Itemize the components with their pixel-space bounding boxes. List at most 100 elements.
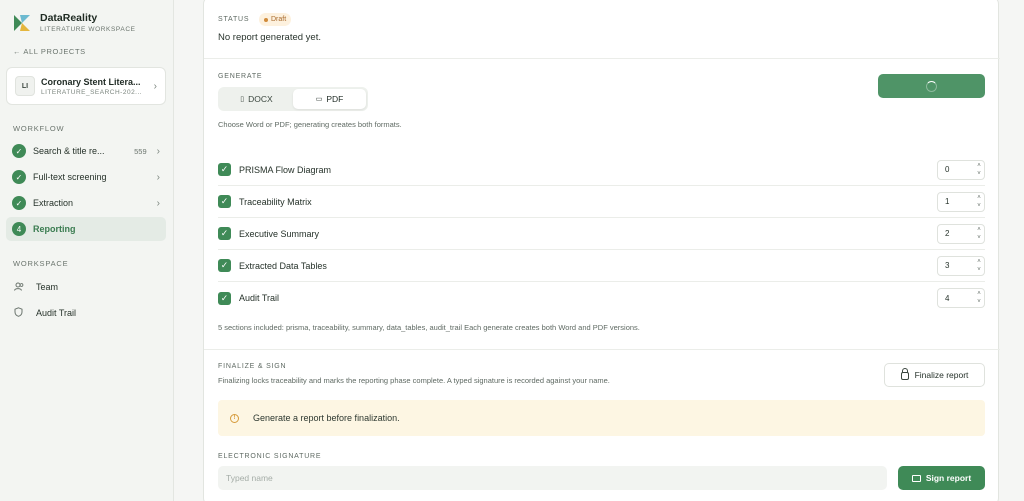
section-checkbox[interactable]: ✓ (218, 291, 231, 305)
team-icon (14, 282, 28, 293)
chevron-right-icon: › (156, 171, 160, 183)
warning-text: Generate a report before finalization. (253, 413, 400, 423)
chevron-down-icon[interactable]: ˅ (977, 234, 981, 242)
section-checkbox[interactable]: ✓ (218, 195, 231, 208)
chevron-up-icon[interactable]: ˄ (977, 226, 981, 234)
chevron-up-icon[interactable]: ˄ (977, 194, 981, 202)
order-value: 4 (945, 293, 950, 303)
nav-item-extraction[interactable]: ✓ Extraction › (6, 191, 166, 215)
signature-icon (911, 474, 921, 482)
finalize-button-label: Finalize report (914, 370, 969, 380)
section-row: ✓ PRISMA Flow Diagram 0 ˄ ˅ (218, 154, 985, 186)
brand[interactable]: DataReality LITERATURE WORKSPACE (12, 12, 136, 33)
order-value: 0 (945, 165, 950, 174)
status-label: STATUS (218, 16, 250, 23)
format-docx-button[interactable]: ▯ DOCX (220, 89, 293, 109)
section-label: PRISMA Flow Diagram (239, 164, 332, 175)
section-label: Traceability Matrix (239, 196, 312, 207)
divider (204, 349, 1000, 350)
generate-report-button[interactable] (878, 74, 985, 98)
section-row: ✓ Audit Trail 4 ˄ ˅ (218, 282, 985, 314)
chevron-down-icon[interactable]: ˅ (977, 298, 981, 306)
stepper-arrows[interactable]: ˄ ˅ (974, 194, 984, 210)
chevron-down-icon[interactable]: ˅ (977, 170, 981, 178)
chevron-down-icon[interactable]: ˅ (977, 266, 981, 274)
chevron-down-icon[interactable]: ˅ (977, 202, 981, 210)
finalize-description: Finalizing locks traceability and marks … (218, 376, 610, 385)
shield-icon (14, 307, 28, 319)
lock-icon (900, 368, 909, 380)
datareality-logo (14, 14, 30, 31)
workspace-label: WORKSPACE (13, 259, 69, 268)
brand-subtitle: LITERATURE WORKSPACE (40, 26, 136, 33)
sign-report-button[interactable]: Sign report (898, 466, 985, 490)
all-projects-link[interactable]: ← ALL PROJECTS (13, 47, 86, 56)
dot-icon (264, 17, 268, 22)
stepper-arrows[interactable]: ˄ ˅ (974, 226, 984, 242)
format-toggle: ▯ DOCX ▭ PDF (218, 87, 368, 111)
stepper-arrows[interactable]: ˄ ˅ (974, 162, 984, 178)
nav-item-search-title-review[interactable]: ✓ Search & title re... 559 › (6, 139, 166, 163)
section-label: Extracted Data Tables (239, 260, 327, 271)
stepper-arrows[interactable]: ˄ ˅ (974, 258, 984, 274)
nav-item-count: 559 (134, 146, 147, 156)
nav-item-team[interactable]: Team (6, 276, 166, 298)
format-label: PDF (326, 94, 344, 104)
brand-name: DataReality (40, 12, 98, 24)
section-label: Audit Trail (239, 293, 280, 303)
nav-item-label: Extraction (33, 198, 74, 208)
divider (204, 58, 1000, 59)
nav-item-label: Full-text screening (33, 172, 107, 182)
nav-item-reporting[interactable]: 4 Reporting (6, 217, 166, 241)
workflow-label: WORKFLOW (13, 124, 65, 133)
project-badge: LI (15, 76, 35, 96)
section-order-stepper[interactable]: 4 ˄ ˅ (937, 288, 985, 308)
section-checkbox[interactable]: ✓ (218, 227, 231, 240)
order-value: 3 (945, 261, 950, 270)
chevron-right-icon: › (153, 80, 157, 92)
project-subtitle: LITERATURE_SEARCH-202... (41, 88, 143, 96)
signature-input[interactable] (218, 466, 887, 490)
document-icon: ▯ (240, 96, 245, 103)
chevron-up-icon[interactable]: ˄ (977, 290, 981, 298)
nav-item-label: Reporting (33, 224, 76, 234)
section-row: ✓ Executive Summary 2 ˄ ˅ (218, 218, 985, 250)
finalize-label: FINALIZE & SIGN (218, 363, 287, 370)
nav-item-full-text-screening[interactable]: ✓ Full-text screening › (6, 165, 166, 189)
finalize-warning: ! Generate a report before finalization. (218, 400, 985, 436)
section-row: ✓ Extracted Data Tables 3 ˄ ˅ (218, 250, 985, 282)
order-value: 2 (945, 229, 950, 238)
signature-label: ELECTRONIC SIGNATURE (218, 453, 322, 460)
status-badge-label: Draft (271, 16, 287, 23)
generate-help-text: Choose Word or PDF; generating creates b… (218, 120, 402, 129)
status-message: No report generated yet. (218, 32, 321, 43)
section-checkbox[interactable]: ✓ (218, 259, 231, 272)
chevron-up-icon[interactable]: ˄ (977, 258, 981, 266)
section-order-stepper[interactable]: 0 ˄ ˅ (937, 159, 985, 180)
nav-item-audit-trail[interactable]: Audit Trail (6, 302, 166, 324)
section-order-stepper[interactable]: 2 ˄ ˅ (937, 223, 985, 244)
format-pdf-button[interactable]: ▭ PDF (293, 89, 366, 109)
sidebar: DataReality LITERATURE WORKSPACE ← ALL P… (0, 0, 174, 501)
check-circle-icon: ✓ (12, 196, 26, 210)
check-circle-icon: ✓ (12, 170, 26, 184)
project-switcher[interactable]: LI Coronary Stent Litera... LITERATURE_S… (6, 67, 166, 105)
stepper-arrows[interactable]: ˄ ˅ (974, 290, 984, 306)
section-row: ✓ Traceability Matrix 1 ˄ ˅ (218, 186, 985, 218)
check-circle-icon: ✓ (12, 144, 26, 158)
section-order-stepper[interactable]: 3 ˄ ˅ (937, 255, 985, 276)
nav-item-label: Search & title re... (33, 146, 105, 156)
chevron-right-icon: › (156, 197, 160, 209)
status-badge: Draft (259, 13, 292, 26)
section-order-stepper[interactable]: 1 ˄ ˅ (937, 191, 985, 212)
spinner-icon (926, 80, 937, 92)
sections-note: 5 sections included: prisma, traceabilit… (218, 323, 640, 332)
finalize-report-button[interactable]: Finalize report (884, 363, 985, 387)
generate-label: GENERATE (218, 73, 263, 80)
section-checkbox[interactable]: ✓ (218, 163, 231, 176)
chevron-up-icon[interactable]: ˄ (977, 162, 981, 170)
pdf-icon: ▭ (315, 96, 323, 103)
nav-item-label: Audit Trail (36, 308, 77, 318)
report-panel: STATUS Draft No report generated yet. GE… (203, 0, 1000, 501)
project-title: Coronary Stent Litera... (41, 76, 141, 87)
